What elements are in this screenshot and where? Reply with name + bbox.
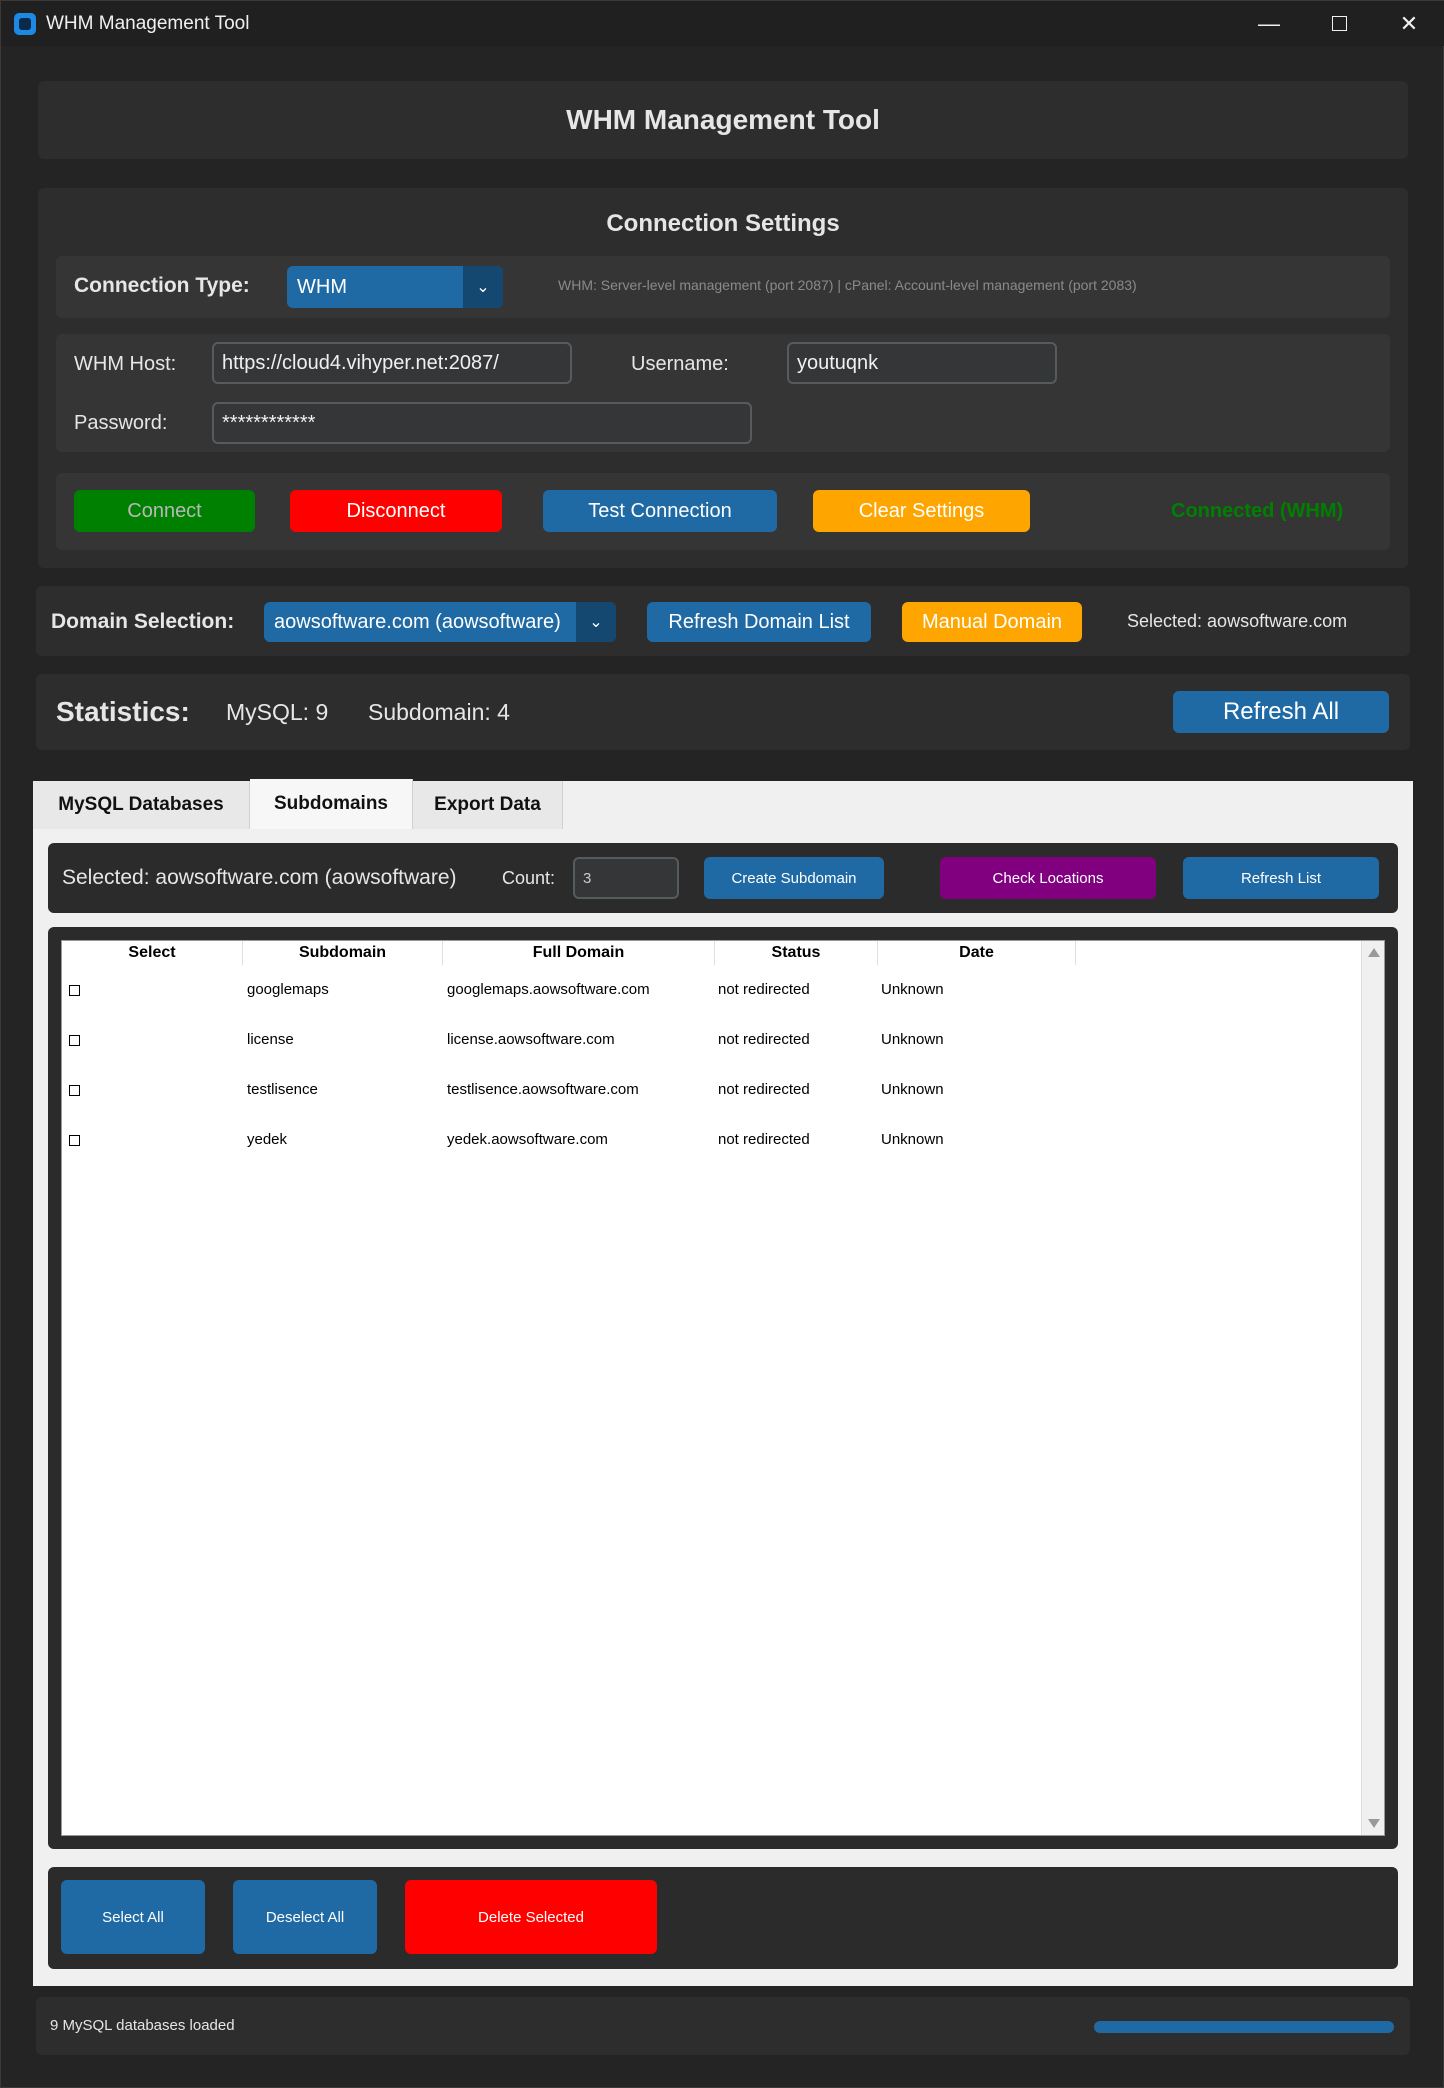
connection-settings-panel: Connection Settings Connection Type: WHM…	[38, 188, 1408, 568]
statistics-label: Statistics:	[56, 696, 190, 727]
row-full-domain: googlemaps.aowsoftware.com	[447, 981, 650, 998]
row-subdomain: testlisence	[247, 1081, 318, 1098]
host-input[interactable]: https://cloud4.vihyper.net:2087/	[212, 342, 572, 384]
delete-selected-button[interactable]: Delete Selected	[405, 1880, 657, 1954]
deselect-all-button[interactable]: Deselect All	[233, 1880, 377, 1954]
window-title: WHM Management Tool	[46, 13, 250, 34]
clear-settings-button[interactable]: Clear Settings	[813, 490, 1030, 532]
row-date: Unknown	[881, 981, 944, 998]
page-title: WHM Management Tool	[566, 104, 880, 135]
row-full-domain: yedek.aowsoftware.com	[447, 1131, 608, 1148]
column-header-full-domain[interactable]: Full Domain	[443, 941, 715, 965]
count-input[interactable]: 3	[573, 857, 679, 899]
mysql-count: MySQL: 9	[226, 699, 329, 725]
host-label: WHM Host:	[74, 353, 177, 375]
test-connection-button[interactable]: Test Connection	[543, 490, 777, 532]
title-bar: WHM Management Tool — ✕	[1, 1, 1444, 46]
refresh-domain-list-button[interactable]: Refresh Domain List	[647, 602, 871, 642]
scroll-down-icon[interactable]	[1368, 1819, 1380, 1828]
credentials-panel: WHM Host: https://cloud4.vihyper.net:208…	[56, 334, 1390, 452]
subdomain-actions-bar: Select All Deselect All Delete Selected	[48, 1867, 1398, 1969]
vertical-scrollbar[interactable]	[1361, 941, 1384, 1835]
row-subdomain: googlemaps	[247, 981, 329, 998]
connection-buttons-row: Connect Disconnect Test Connection Clear…	[56, 473, 1390, 550]
status-text: 9 MySQL databases loaded	[50, 2017, 235, 2034]
row-date: Unknown	[881, 1131, 944, 1148]
row-date: Unknown	[881, 1081, 944, 1098]
scroll-up-icon[interactable]	[1368, 948, 1380, 957]
domain-select-value: aowsoftware.com (aowsoftware)	[274, 610, 561, 633]
checkbox-icon[interactable]	[69, 985, 80, 996]
domain-selection-panel: Domain Selection: aowsoftware.com (aowso…	[36, 586, 1410, 656]
status-bar: 9 MySQL databases loaded	[36, 1997, 1410, 2055]
row-full-domain: license.aowsoftware.com	[447, 1031, 615, 1048]
row-full-domain: testlisence.aowsoftware.com	[447, 1081, 639, 1098]
chevron-down-icon[interactable]: ⌄	[463, 266, 503, 308]
username-label: Username:	[631, 353, 729, 375]
row-date: Unknown	[881, 1031, 944, 1048]
chevron-down-icon[interactable]: ⌄	[576, 602, 616, 642]
connect-button[interactable]: Connect	[74, 490, 255, 532]
tab-mysql-databases[interactable]: MySQL Databases	[33, 781, 250, 829]
check-locations-button[interactable]: Check Locations	[940, 857, 1156, 899]
subdomain-count: Subdomain: 4	[368, 699, 510, 725]
header-panel: WHM Management Tool	[38, 81, 1408, 159]
column-header-subdomain[interactable]: Subdomain	[243, 941, 443, 965]
tab-export-data[interactable]: Export Data	[413, 781, 563, 829]
selected-domain-text: Selected: aowsoftware.com	[1127, 611, 1348, 631]
domain-selection-label: Domain Selection:	[51, 610, 235, 633]
app-icon	[14, 13, 36, 35]
minimize-icon[interactable]: —	[1234, 1, 1304, 46]
row-status: not redirected	[718, 1131, 810, 1148]
domain-select[interactable]: aowsoftware.com (aowsoftware) ⌄	[264, 602, 616, 642]
row-subdomain: yedek	[247, 1131, 288, 1148]
progress-bar-fill	[1094, 2021, 1394, 2033]
connection-type-select[interactable]: WHM ⌄	[287, 266, 503, 308]
subdomain-toolbar: Selected: aowsoftware.com (aowsoftware) …	[48, 843, 1398, 913]
close-icon[interactable]: ✕	[1374, 1, 1444, 46]
manual-domain-button[interactable]: Manual Domain	[902, 602, 1082, 642]
tab-container: MySQL Databases Subdomains Export Data S…	[33, 779, 1413, 1986]
row-status: not redirected	[718, 981, 810, 998]
connection-type-label: Connection Type:	[74, 274, 250, 297]
column-header-select[interactable]: Select	[62, 941, 243, 965]
password-input[interactable]: ************	[212, 402, 752, 444]
tab-subdomains[interactable]: Subdomains	[250, 779, 413, 829]
checkbox-icon[interactable]	[69, 1035, 80, 1046]
subdomain-table-frame: Select Subdomain Full Domain Status Date…	[48, 927, 1398, 1849]
count-label: Count:	[502, 868, 556, 888]
disconnect-button[interactable]: Disconnect	[290, 490, 502, 532]
username-input[interactable]: youtuqnk	[787, 342, 1057, 384]
subdomain-table: Select Subdomain Full Domain Status Date…	[61, 940, 1385, 1836]
column-header-date[interactable]: Date	[878, 941, 1076, 965]
checkbox-icon[interactable]	[69, 1135, 80, 1146]
checkbox-icon[interactable]	[69, 1085, 80, 1096]
statistics-panel: Statistics: MySQL: 9 Subdomain: 4 Refres…	[36, 674, 1410, 750]
progress-bar	[1094, 2021, 1394, 2033]
column-header-status[interactable]: Status	[715, 941, 878, 965]
row-status: not redirected	[718, 1031, 810, 1048]
row-subdomain: license	[247, 1031, 294, 1048]
select-all-button[interactable]: Select All	[61, 1880, 205, 1954]
refresh-list-button[interactable]: Refresh List	[1183, 857, 1379, 899]
maximize-icon[interactable]	[1304, 1, 1374, 46]
connection-type-hint: WHM: Server-level management (port 2087)…	[558, 277, 1137, 293]
connection-type-value: WHM	[297, 275, 347, 298]
create-subdomain-button[interactable]: Create Subdomain	[704, 857, 884, 899]
row-status: not redirected	[718, 1081, 810, 1098]
connection-section-title: Connection Settings	[606, 210, 840, 237]
connection-status: Connected (WHM)	[1171, 500, 1344, 522]
password-label: Password:	[74, 412, 168, 434]
app-window: WHM Management Tool — ✕ WHM Management T…	[0, 0, 1444, 2088]
subdomain-selected-text: Selected: aowsoftware.com (aowsoftware)	[62, 866, 457, 889]
refresh-all-button[interactable]: Refresh All	[1173, 691, 1389, 733]
connection-type-row: Connection Type: WHM ⌄ WHM: Server-level…	[56, 256, 1390, 318]
